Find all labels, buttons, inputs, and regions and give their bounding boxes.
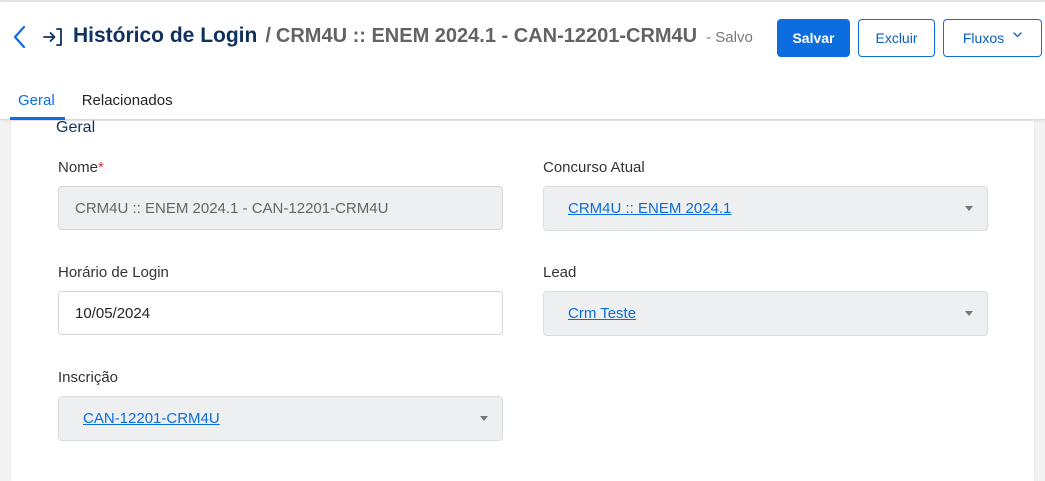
inscricao-lookup[interactable]: CAN-12201-CRM4U	[58, 396, 503, 441]
required-mark: *	[98, 159, 104, 176]
nome-field[interactable]: CRM4U :: ENEM 2024.1 - CAN-12201-CRM4U	[58, 186, 503, 230]
lead-label: Lead	[543, 264, 577, 281]
back-button[interactable]	[6, 22, 32, 52]
nome-value: CRM4U :: ENEM 2024.1 - CAN-12201-CRM4U	[75, 199, 389, 217]
entity-title: Histórico de Login	[73, 24, 258, 47]
tab-relacionados-label: Relacionados	[81, 91, 173, 109]
caret-down-icon[interactable]	[480, 416, 488, 421]
tab-bar: Geral Relacionados	[0, 80, 183, 120]
horario-login-value: 10/05/2024	[75, 304, 151, 322]
concurso-atual-link[interactable]: CRM4U :: ENEM 2024.1	[568, 200, 731, 217]
save-button[interactable]: Salvar	[777, 19, 850, 57]
horario-login-label: Horário de Login	[58, 264, 169, 281]
tab-relacionados[interactable]: Relacionados	[72, 80, 183, 120]
delete-button-label: Excluir	[875, 30, 918, 46]
chevron-left-icon	[13, 25, 26, 49]
form-section-geral: Geral Nome* CRM4U :: ENEM 2024.1 - CAN-1…	[11, 119, 1034, 481]
flows-button[interactable]: Fluxos	[943, 19, 1042, 57]
horario-login-field[interactable]: 10/05/2024	[58, 291, 503, 335]
chevron-down-icon	[1013, 32, 1022, 38]
save-button-label: Salvar	[792, 30, 835, 46]
caret-down-icon[interactable]	[965, 206, 973, 211]
form-header: Histórico de Login / CRM4U :: ENEM 2024.…	[0, 2, 1045, 120]
title-separator: /	[265, 25, 271, 47]
section-title: Geral	[56, 119, 96, 136]
inscricao-link[interactable]: CAN-12201-CRM4U	[83, 410, 220, 427]
lead-link[interactable]: Crm Teste	[568, 305, 636, 322]
nome-label: Nome*	[58, 159, 104, 176]
page-title: Histórico de Login / CRM4U :: ENEM 2024.…	[73, 24, 753, 48]
record-name: CRM4U :: ENEM 2024.1 - CAN-12201-CRM4U	[275, 25, 698, 47]
lead-lookup[interactable]: Crm Teste	[543, 291, 988, 336]
caret-down-icon[interactable]	[965, 311, 973, 316]
nome-label-text: Nome	[58, 159, 99, 176]
concurso-atual-label: Concurso Atual	[543, 159, 645, 176]
tab-geral[interactable]: Geral	[8, 80, 65, 120]
delete-button[interactable]: Excluir	[858, 19, 935, 57]
flows-button-label: Fluxos	[962, 30, 1005, 46]
sign-in-icon	[43, 28, 62, 46]
inscricao-label: Inscrição	[58, 369, 119, 386]
save-status: - Salvo	[706, 29, 753, 46]
concurso-atual-lookup[interactable]: CRM4U :: ENEM 2024.1	[543, 186, 988, 231]
tab-geral-label: Geral	[18, 91, 55, 109]
